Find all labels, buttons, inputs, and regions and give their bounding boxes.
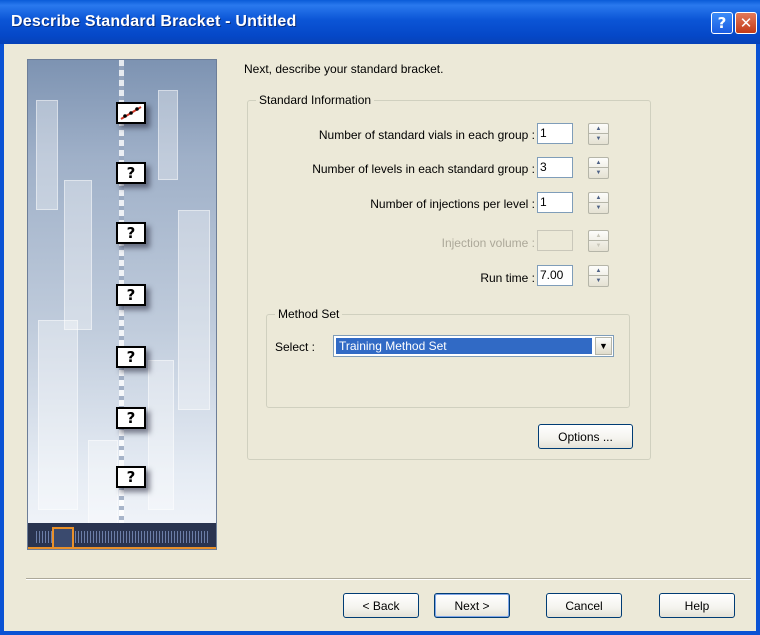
window-frame-right — [756, 44, 760, 635]
run-time-spinner[interactable]: ▲ ▼ — [588, 265, 609, 287]
help-button[interactable]: Help — [659, 593, 735, 618]
chevron-down-icon[interactable]: ▼ — [595, 337, 612, 355]
wizard-illustration: ? ? ? ? ? ? — [27, 59, 217, 550]
back-button[interactable]: < Back — [343, 593, 419, 618]
injection-volume-label: Injection volume : — [441, 236, 535, 250]
window-frame-bottom — [0, 631, 760, 635]
vial-decoration — [36, 100, 58, 210]
calibration-line-icon — [120, 106, 142, 120]
spin-up-icon[interactable]: ▲ — [589, 158, 608, 168]
injections-per-level-input[interactable]: 1 — [537, 192, 573, 213]
step-pending-icon: ? — [116, 222, 146, 244]
question-icon: ? — [717, 14, 727, 32]
run-time-label: Run time : — [480, 271, 535, 285]
step-pending-icon: ? — [116, 466, 146, 488]
method-set-select[interactable]: Training Method Set ▼ — [333, 335, 614, 357]
intro-text: Next, describe your standard bracket. — [244, 62, 444, 76]
vial-decoration — [148, 360, 174, 510]
group-label: Method Set — [275, 307, 343, 321]
vials-per-group-spinner[interactable]: ▲ ▼ — [588, 123, 609, 145]
window-title: Describe Standard Bracket - Untitled — [11, 13, 297, 30]
spin-up-icon[interactable]: ▲ — [589, 124, 608, 134]
vial-decoration — [158, 90, 178, 180]
step-done-icon — [116, 102, 146, 124]
cancel-button[interactable]: Cancel — [546, 593, 622, 618]
close-button[interactable]: ✕ — [735, 12, 757, 34]
spin-down-icon[interactable]: ▼ — [589, 276, 608, 286]
step-pending-icon: ? — [116, 162, 146, 184]
spin-up-icon[interactable]: ▲ — [589, 193, 608, 203]
step-pending-icon: ? — [116, 284, 146, 306]
options-button[interactable]: Options ... — [538, 424, 633, 449]
spin-down-icon[interactable]: ▼ — [589, 134, 608, 144]
method-set-selected: Training Method Set — [336, 338, 592, 354]
step-pending-icon: ? — [116, 346, 146, 368]
vials-per-group-label: Number of standard vials in each group : — [318, 128, 535, 142]
method-select-label: Select : — [275, 340, 316, 354]
injections-per-level-spinner[interactable]: ▲ ▼ — [588, 192, 609, 214]
levels-per-group-label: Number of levels in each standard group … — [312, 162, 535, 176]
vial-decoration — [178, 210, 210, 410]
injections-per-level-label: Number of injections per level : — [370, 197, 535, 211]
footer-separator — [26, 578, 751, 580]
spin-down-icon[interactable]: ▼ — [589, 168, 608, 178]
vial-decoration — [38, 320, 78, 510]
title-bar: Describe Standard Bracket - Untitled ? ✕ — [0, 0, 760, 44]
vial-decoration — [88, 440, 118, 530]
injection-volume-input — [537, 230, 573, 251]
levels-per-group-input[interactable]: 3 — [537, 157, 573, 178]
spin-up-icon: ▲ — [589, 231, 608, 241]
close-icon: ✕ — [739, 14, 753, 32]
injection-volume-spinner: ▲ ▼ — [588, 230, 609, 252]
levels-per-group-spinner[interactable]: ▲ ▼ — [588, 157, 609, 179]
vials-per-group-input[interactable]: 1 — [537, 123, 573, 144]
progress-strip — [28, 523, 216, 549]
method-set-group: Method Set — [266, 307, 630, 408]
next-button[interactable]: Next > — [434, 593, 510, 618]
step-pending-icon: ? — [116, 407, 146, 429]
help-title-button[interactable]: ? — [711, 12, 733, 34]
progress-marker — [52, 527, 74, 549]
run-time-input[interactable]: 7.00 — [537, 265, 573, 286]
spin-down-icon: ▼ — [595, 243, 602, 249]
spin-up-icon[interactable]: ▲ — [589, 266, 608, 276]
group-label: Standard Information — [256, 93, 375, 107]
spin-down-icon[interactable]: ▼ — [589, 203, 608, 213]
vial-decoration — [64, 180, 92, 330]
